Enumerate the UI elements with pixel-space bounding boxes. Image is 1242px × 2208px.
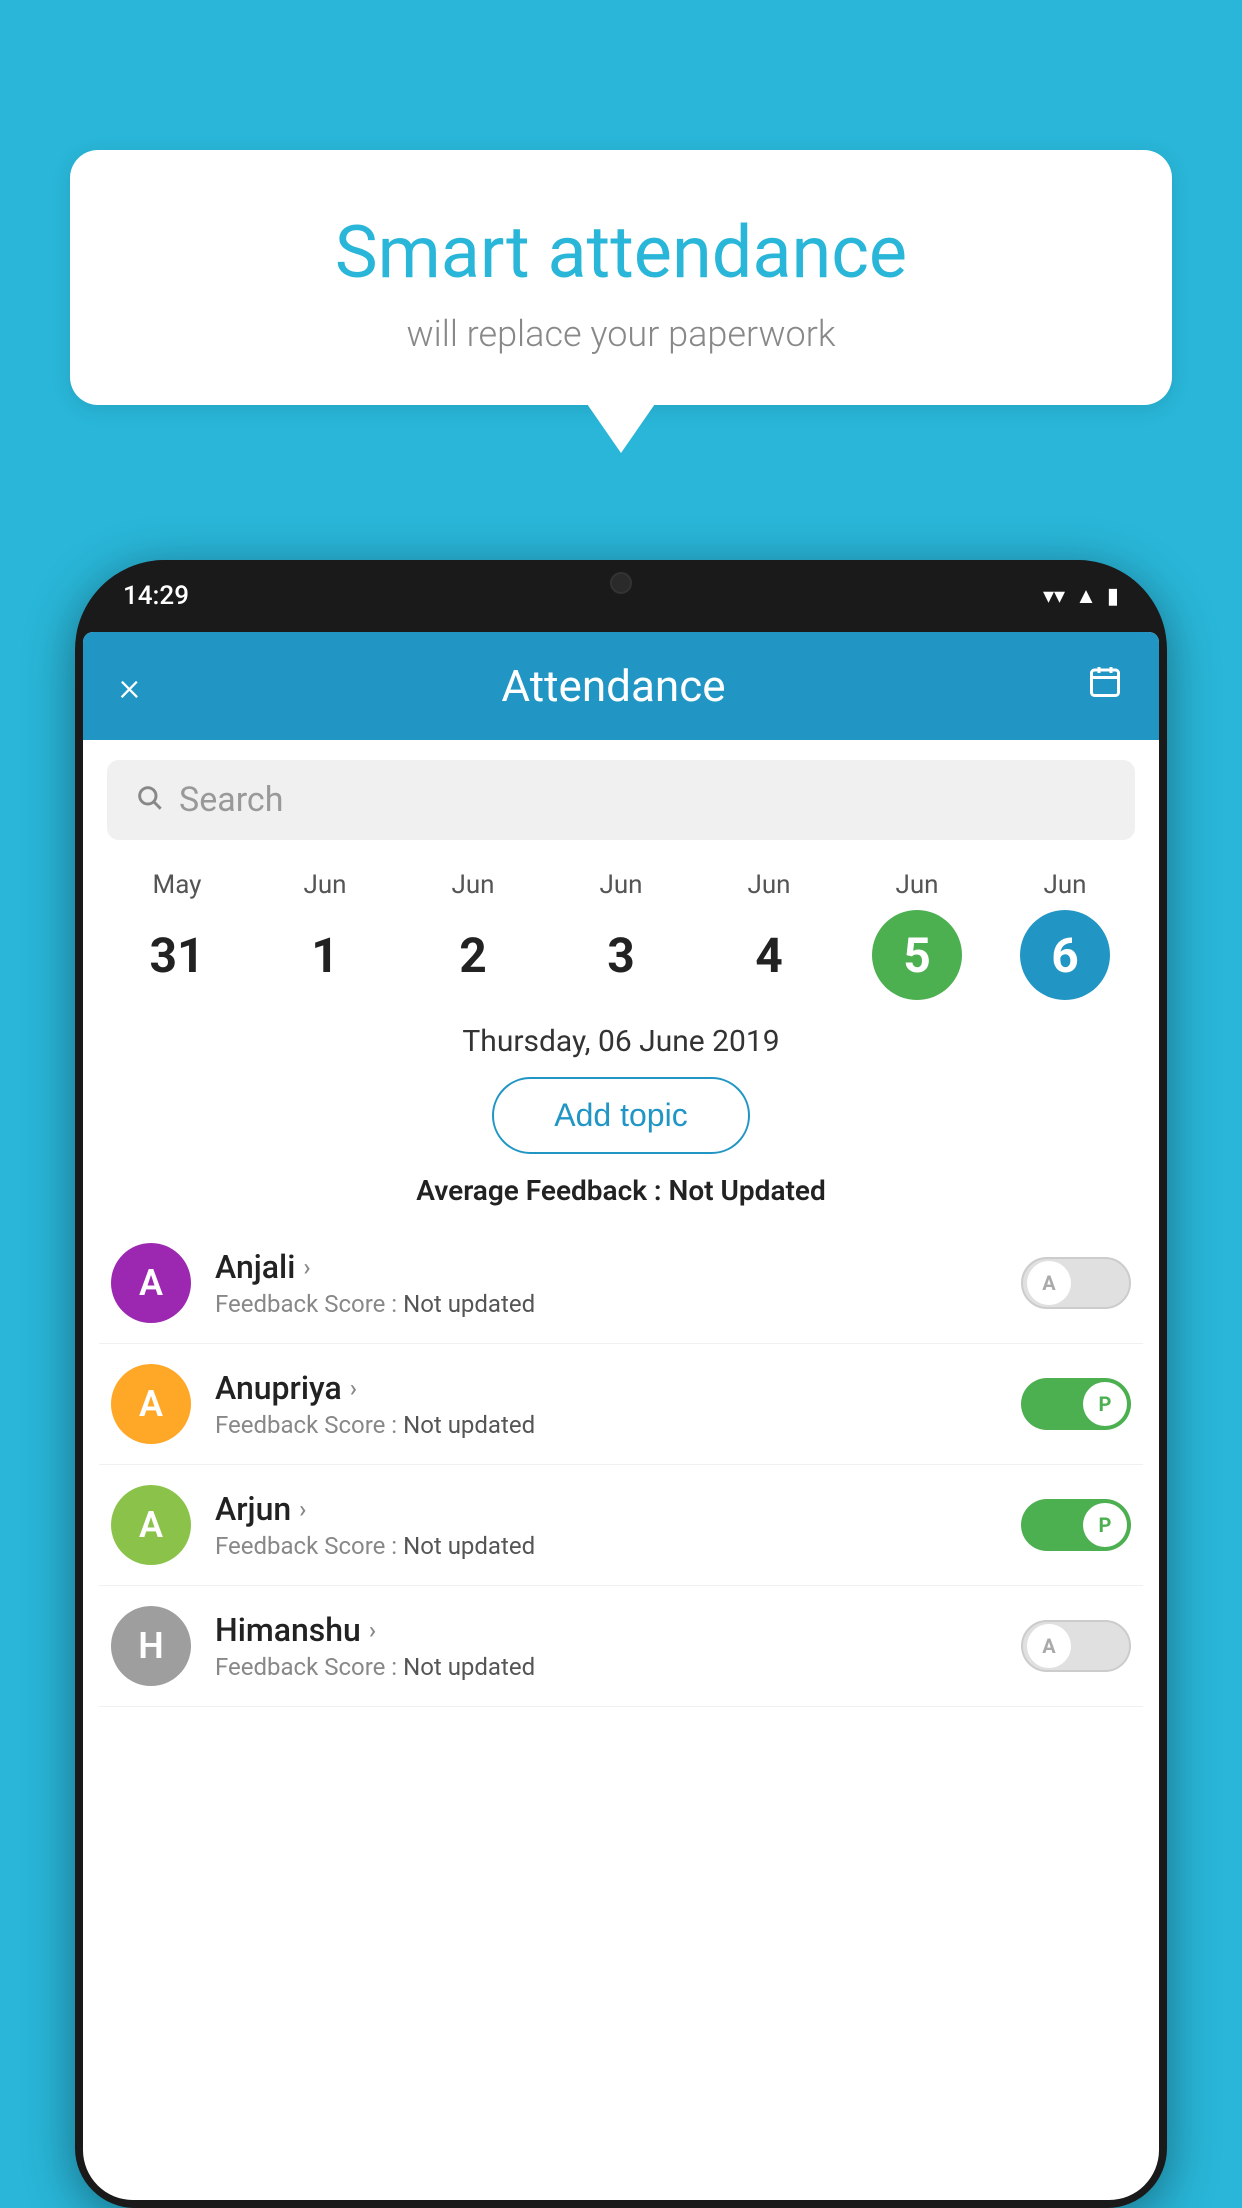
add-topic-button[interactable]: Add topic — [492, 1077, 749, 1154]
cal-month-label: May — [153, 870, 202, 900]
search-icon — [135, 781, 163, 819]
calendar-day[interactable]: Jun 1 — [265, 870, 385, 1000]
close-button[interactable]: × — [119, 663, 140, 710]
cal-month-label: Jun — [303, 870, 346, 900]
toggle-knob: P — [1083, 1503, 1127, 1547]
toggle-switch[interactable]: A — [1021, 1620, 1131, 1672]
feedback-value: Not updated — [403, 1532, 535, 1560]
cal-month-label: Jun — [599, 870, 642, 900]
student-feedback: Feedback Score : Not updated — [215, 1532, 1021, 1560]
toggle-knob: A — [1027, 1624, 1071, 1668]
toggle-switch[interactable]: P — [1021, 1378, 1131, 1430]
bubble-subtitle: will replace your paperwork — [130, 313, 1112, 355]
cal-date-number: 31 — [132, 910, 222, 1000]
app-header: × Attendance — [83, 632, 1159, 740]
battery-icon: ▮ — [1107, 584, 1119, 609]
calendar-icon[interactable] — [1087, 664, 1123, 709]
student-avatar: A — [111, 1364, 191, 1444]
feedback-value: Not updated — [403, 1653, 535, 1681]
status-icons: ▾▾ ▲ ▮ — [1043, 583, 1119, 609]
student-info: Arjun › Feedback Score : Not updated — [215, 1490, 1021, 1560]
speech-bubble-container: Smart attendance will replace your paper… — [70, 150, 1172, 405]
calendar-day[interactable]: Jun 2 — [413, 870, 533, 1000]
phone-screen: × Attendance Search May31Ju — [83, 632, 1159, 2200]
cal-date-number: 6 — [1020, 910, 1110, 1000]
toggle-switch[interactable]: P — [1021, 1499, 1131, 1551]
student-info: Himanshu › Feedback Score : Not updated — [215, 1611, 1021, 1681]
chevron-icon: › — [299, 1495, 306, 1523]
student-avatar: A — [111, 1485, 191, 1565]
student-item[interactable]: AAnjali ›Feedback Score : Not updatedA — [99, 1223, 1143, 1344]
student-info: Anupriya › Feedback Score : Not updated — [215, 1369, 1021, 1439]
signal-icon: ▲ — [1075, 583, 1097, 609]
attendance-toggle[interactable]: A — [1021, 1620, 1131, 1672]
cal-date-number: 4 — [724, 910, 814, 1000]
student-avatar: A — [111, 1243, 191, 1323]
selected-date-label: Thursday, 06 June 2019 — [83, 1000, 1159, 1077]
avg-feedback-value: Not Updated — [669, 1174, 826, 1207]
cal-date-number: 3 — [576, 910, 666, 1000]
student-avatar: H — [111, 1606, 191, 1686]
student-feedback: Feedback Score : Not updated — [215, 1653, 1021, 1681]
toggle-switch[interactable]: A — [1021, 1257, 1131, 1309]
calendar-day[interactable]: Jun 3 — [561, 870, 681, 1000]
student-name: Anupriya › — [215, 1369, 1021, 1407]
wifi-icon: ▾▾ — [1043, 584, 1065, 609]
calendar-day[interactable]: Jun 5 — [857, 870, 977, 1000]
chevron-icon: › — [350, 1374, 357, 1402]
avg-feedback: Average Feedback : Not Updated — [83, 1174, 1159, 1207]
student-item[interactable]: H Himanshu › Feedback Score : Not updatedA — [99, 1586, 1143, 1707]
student-feedback: Feedback Score : Not updated — [215, 1411, 1021, 1439]
student-name: Arjun › — [215, 1490, 1021, 1528]
student-list: AAnjali ›Feedback Score : Not updatedAAA… — [83, 1223, 1159, 1707]
student-feedback: Feedback Score : Not updated — [215, 1290, 1021, 1318]
student-item[interactable]: A Anupriya › Feedback Score : Not updated P — [99, 1344, 1143, 1465]
attendance-toggle[interactable]: A — [1021, 1257, 1131, 1309]
search-placeholder: Search — [179, 780, 283, 820]
calendar-day[interactable]: May 31 — [117, 870, 237, 1000]
camera — [610, 572, 632, 594]
cal-date-number: 1 — [280, 910, 370, 1000]
status-time: 14:29 — [123, 581, 189, 611]
student-name: Himanshu › — [215, 1611, 1021, 1649]
toggle-knob: P — [1083, 1382, 1127, 1426]
chevron-icon: › — [369, 1616, 376, 1644]
phone-frame: 14:29 ▾▾ ▲ ▮ × Attendance — [75, 560, 1167, 2208]
student-name: Anjali › — [215, 1248, 1021, 1286]
attendance-toggle[interactable]: P — [1021, 1378, 1131, 1430]
chevron-icon: › — [303, 1253, 310, 1281]
cal-month-label: Jun — [895, 870, 938, 900]
toggle-knob: A — [1027, 1261, 1071, 1305]
search-bar[interactable]: Search — [107, 760, 1135, 840]
student-item[interactable]: A Arjun › Feedback Score : Not updated P — [99, 1465, 1143, 1586]
feedback-value: Not updated — [403, 1290, 535, 1318]
calendar-day[interactable]: Jun 6 — [1005, 870, 1125, 1000]
calendar-day[interactable]: Jun 4 — [709, 870, 829, 1000]
cal-month-label: Jun — [1043, 870, 1086, 900]
status-bar: 14:29 ▾▾ ▲ ▮ — [75, 560, 1167, 632]
notch — [566, 560, 676, 596]
cal-date-number: 5 — [872, 910, 962, 1000]
attendance-toggle[interactable]: P — [1021, 1499, 1131, 1551]
bubble-title: Smart attendance — [130, 210, 1112, 295]
student-info: Anjali › Feedback Score : Not updated — [215, 1248, 1021, 1318]
feedback-value: Not updated — [403, 1411, 535, 1439]
cal-date-number: 2 — [428, 910, 518, 1000]
speech-bubble: Smart attendance will replace your paper… — [70, 150, 1172, 405]
cal-month-label: Jun — [747, 870, 790, 900]
calendar-strip: May 31 Jun 1 Jun 2 Jun 3 Jun 4 Jun 5 Jun 6 — [83, 860, 1159, 1000]
header-title: Attendance — [501, 660, 725, 712]
avg-feedback-label: Average Feedback : — [416, 1174, 661, 1207]
cal-month-label: Jun — [451, 870, 494, 900]
